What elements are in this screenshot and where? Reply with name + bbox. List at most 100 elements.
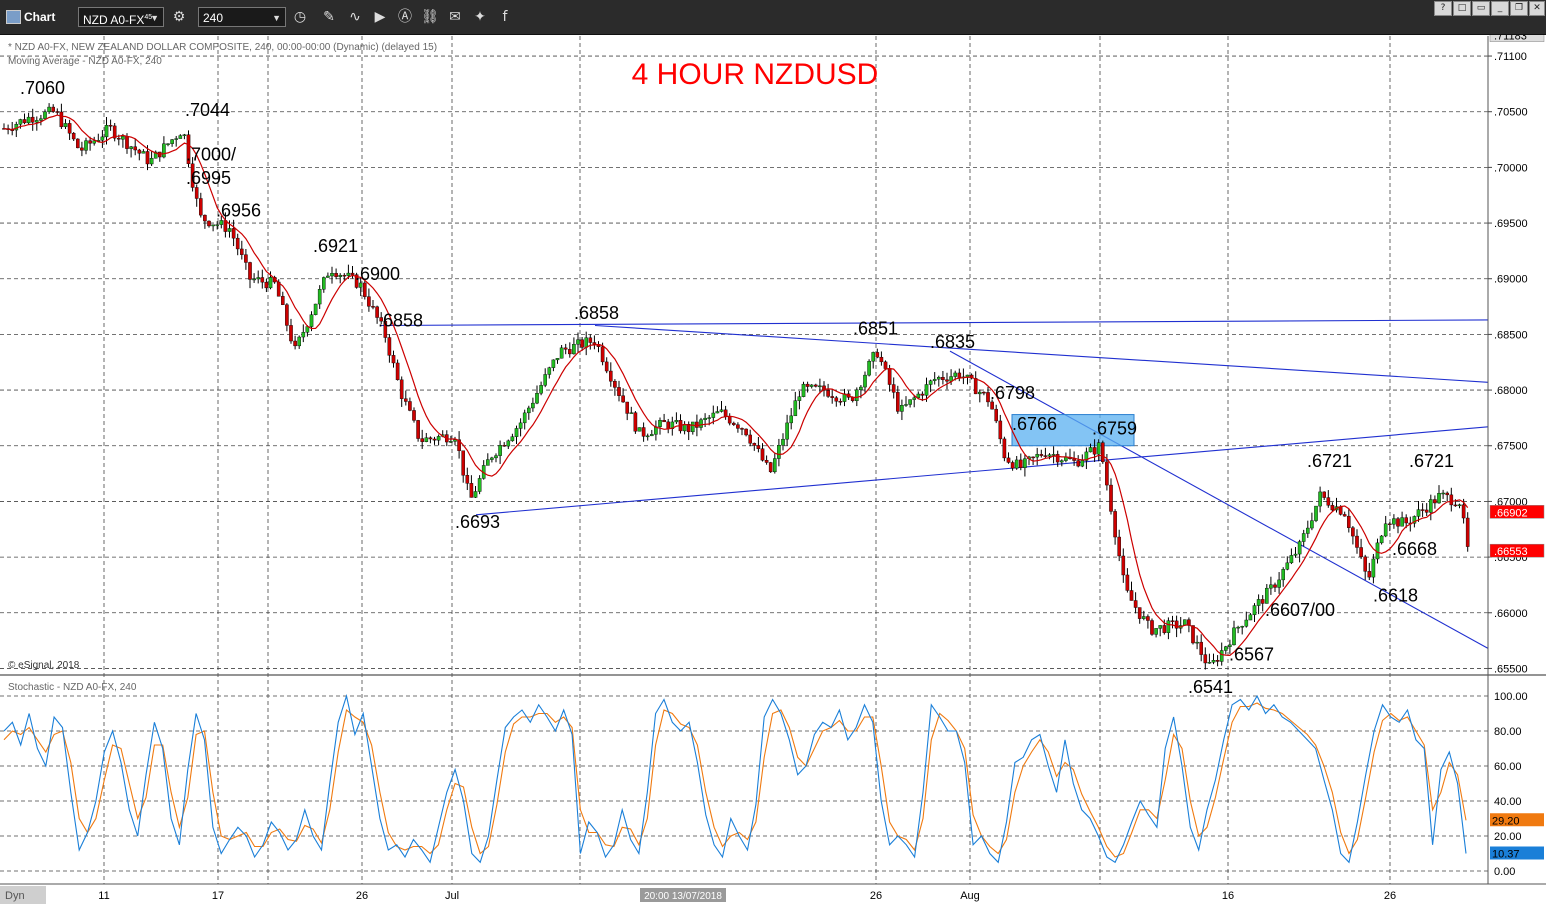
candle-body (436, 436, 441, 441)
candle-body (1211, 660, 1216, 663)
candle-body (63, 123, 68, 128)
price-annotation: .6618 (1373, 586, 1418, 606)
candle-body (350, 272, 355, 275)
candle-body (764, 460, 769, 463)
candle-body (1273, 584, 1277, 588)
clock-icon[interactable]: ◷ (291, 8, 309, 26)
candle-body (1342, 514, 1347, 517)
candle-body (1191, 625, 1195, 644)
alert-icon[interactable]: Ⓐ (396, 8, 414, 26)
candle-body (1330, 505, 1335, 511)
candle-body (773, 458, 777, 473)
x-tick-label: 26 (1384, 890, 1396, 902)
candle-body (572, 344, 576, 355)
candle-body (133, 146, 138, 151)
chart-area[interactable]: .71100 .70500 .70000 .69500 .69000 .68500 .680… (0, 35, 1546, 906)
candle-body (1433, 499, 1437, 504)
candle-body (1363, 556, 1367, 572)
candle-body (244, 254, 248, 263)
candle-body (912, 397, 916, 400)
candle-body (953, 372, 957, 377)
candle-body (1424, 509, 1429, 513)
price-tag-label: .71183 (1494, 35, 1527, 43)
price-annotation: .7060 (20, 78, 65, 98)
candle-body (268, 277, 273, 289)
link-icon[interactable]: ⛓ (421, 8, 439, 26)
candle-body (797, 396, 802, 401)
candle-body (1080, 460, 1085, 467)
app-icon (6, 10, 21, 24)
candle-body (141, 151, 146, 154)
candle-body (1035, 454, 1039, 458)
candle-body (514, 428, 519, 437)
candle-body (1096, 442, 1101, 455)
help-button[interactable]: ? (1434, 1, 1452, 16)
chevron-down-icon: ▼ (272, 13, 281, 23)
stochastic-tick-label: 0.00 (1494, 866, 1515, 878)
candle-body (1215, 660, 1220, 662)
candle-body (826, 390, 830, 397)
candle-body (1203, 654, 1208, 664)
candle-body (781, 438, 785, 446)
candle-body (1359, 547, 1363, 558)
candle-body (88, 140, 92, 144)
y-tick-label: .69000 (1494, 274, 1528, 286)
candle-body (260, 277, 265, 283)
candle-body (1351, 527, 1355, 537)
candle-body (203, 214, 207, 222)
candle-body (920, 393, 925, 396)
candle-body (264, 281, 269, 289)
symbol-select[interactable]: NZD A0-FX45 ▼ (78, 7, 164, 27)
candle-body (182, 134, 187, 136)
chart-info-line: * NZD A0-FX, NEW ZEALAND DOLLAR COMPOSIT… (8, 42, 437, 53)
candle-body (838, 400, 843, 403)
candle-body (941, 377, 945, 380)
restore-button[interactable]: ❐ (1510, 1, 1528, 16)
candle-body (231, 228, 236, 239)
candle-body (719, 409, 724, 412)
candle-body (1289, 555, 1294, 564)
candle-body (723, 409, 728, 417)
candle-body (338, 274, 343, 277)
candle-body (522, 412, 527, 424)
dyn-label[interactable]: Dyn (5, 890, 25, 902)
candle-body (863, 374, 867, 388)
restore-pane-button[interactable]: □ (1453, 1, 1471, 16)
candle-body (777, 445, 781, 459)
candle-body (43, 111, 47, 119)
close-button[interactable]: ✕ (1529, 1, 1545, 16)
candle-body (223, 220, 228, 232)
curve-icon[interactable]: ∿ (346, 8, 364, 26)
candle-body (1457, 504, 1462, 507)
x-tick-label: 26 (870, 890, 882, 902)
minimize-button[interactable]: _ (1491, 1, 1509, 16)
candle-body (330, 273, 334, 277)
candle-body (18, 119, 23, 125)
candle-body (194, 187, 199, 199)
candle-body (1437, 493, 1441, 504)
candle-body (166, 143, 170, 145)
play-icon[interactable]: ▶ (371, 8, 389, 26)
facebook-icon[interactable]: f (496, 8, 514, 26)
copyright: © eSignal, 2018 (8, 660, 80, 671)
price-annotation: .6858 (574, 303, 619, 323)
candle-body (633, 412, 638, 432)
twitter-icon[interactable]: ✦ (471, 8, 489, 26)
candle-body (67, 123, 72, 134)
price-annotation: .6900 (355, 264, 400, 284)
candle-body (715, 411, 720, 414)
candle-body (174, 138, 179, 140)
candle-body (129, 146, 133, 149)
interval-select[interactable]: 240 ▼ (198, 7, 286, 27)
candle-body (604, 361, 609, 372)
stochastic-tick-label: 40.00 (1494, 796, 1522, 808)
comment-icon[interactable]: ✉ (446, 8, 464, 26)
candle-body (71, 133, 76, 140)
candle-body (1248, 614, 1253, 621)
maximize-pane-button[interactable]: ▭ (1472, 1, 1490, 16)
candle-body (285, 304, 289, 326)
x-tick-label: 11 (98, 890, 109, 902)
settings-icon[interactable]: ⚙ (170, 8, 188, 26)
candle-body (326, 275, 330, 278)
pencil-icon[interactable]: ✎ (320, 8, 338, 26)
